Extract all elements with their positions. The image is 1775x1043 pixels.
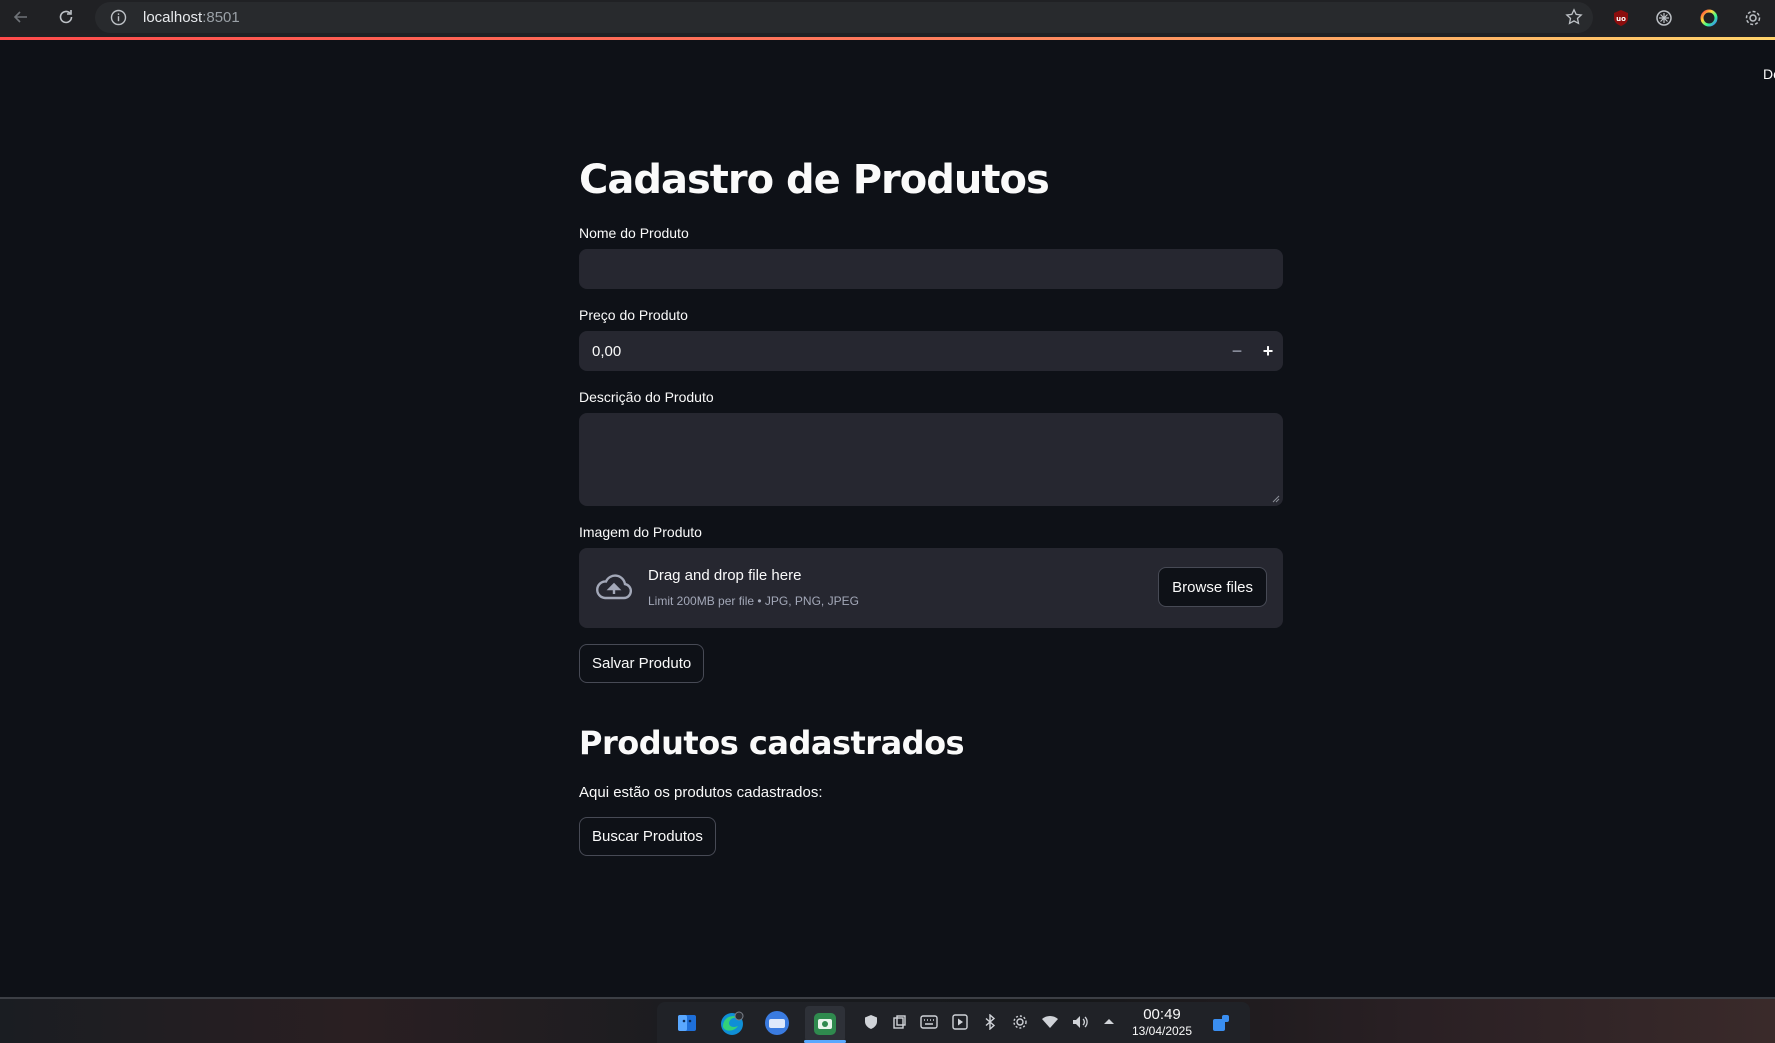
reload-button[interactable] bbox=[54, 5, 78, 29]
section-description: Aqui estão os produtos cadastrados: bbox=[579, 784, 823, 801]
edge-browser-taskbar-icon[interactable] bbox=[717, 1008, 747, 1038]
reload-icon bbox=[59, 10, 73, 24]
file-manager-taskbar-icon[interactable] bbox=[674, 1010, 700, 1036]
product-name-field: Nome do Produto bbox=[579, 225, 1283, 289]
url-port: :8501 bbox=[202, 9, 240, 26]
product-description-field: Descrição do Produto bbox=[579, 389, 1283, 506]
chevron-up-icon[interactable] bbox=[1100, 1013, 1118, 1031]
product-name-label: Nome do Produto bbox=[579, 225, 689, 241]
section-title: Produtos cadastrados bbox=[579, 724, 965, 762]
main-content: Cadastro de Produtos Nome do Produto Pre… bbox=[579, 150, 1283, 856]
dropzone-title: Drag and drop file here bbox=[648, 567, 802, 584]
url-host: localhost bbox=[143, 9, 203, 26]
streamlit-header-decoration bbox=[0, 37, 1775, 40]
product-price-field: Preço do Produto − + bbox=[579, 307, 1283, 371]
disk-app-taskbar-icon[interactable] bbox=[762, 1008, 792, 1038]
camera-app-taskbar-icon[interactable] bbox=[805, 1006, 845, 1042]
notifications-icon[interactable] bbox=[1210, 1012, 1232, 1034]
clock-time: 00:49 bbox=[1143, 1006, 1181, 1023]
save-product-button[interactable]: Salvar Produto bbox=[579, 644, 705, 683]
site-info-icon[interactable] bbox=[110, 9, 127, 31]
wifi-icon[interactable] bbox=[1041, 1013, 1059, 1031]
arrow-left-icon bbox=[13, 11, 27, 23]
file-dropzone[interactable]: Drag and drop file here Limit 200MB per … bbox=[579, 548, 1283, 628]
product-description-textarea[interactable] bbox=[579, 413, 1283, 506]
dropzone-limit: Limit 200MB per file • JPG, PNG, JPEG bbox=[648, 594, 859, 608]
product-price-stepper: − + bbox=[579, 331, 1283, 371]
resize-grip-icon[interactable] bbox=[1272, 495, 1280, 503]
extension-gear-icon[interactable] bbox=[1653, 7, 1675, 29]
product-name-input[interactable] bbox=[579, 249, 1283, 289]
settings-gear-icon[interactable] bbox=[1742, 7, 1764, 29]
increment-button[interactable]: + bbox=[1252, 335, 1284, 367]
ublock-extension-icon[interactable]: uo bbox=[1610, 7, 1632, 29]
cloud-upload-icon bbox=[595, 572, 633, 607]
url-text: localhost:8501 bbox=[143, 9, 240, 26]
page-title: Cadastro de Produtos bbox=[579, 157, 1050, 203]
volume-icon[interactable] bbox=[1071, 1013, 1089, 1031]
product-image-label: Imagem do Produto bbox=[579, 524, 702, 540]
deploy-button-partial[interactable]: De bbox=[1763, 66, 1775, 82]
browse-files-button[interactable]: Browse files bbox=[1158, 567, 1267, 607]
system-clock[interactable]: 00:49 13/04/2025 bbox=[1122, 1006, 1202, 1039]
brightness-icon[interactable] bbox=[1011, 1013, 1029, 1031]
bookmark-star-icon[interactable] bbox=[1565, 8, 1583, 31]
address-bar[interactable]: localhost:8501 bbox=[95, 2, 1593, 33]
color-picker-extension-icon[interactable] bbox=[1698, 7, 1720, 29]
search-products-button[interactable]: Buscar Produtos bbox=[579, 817, 716, 856]
back-button[interactable] bbox=[9, 5, 33, 29]
bluetooth-icon[interactable] bbox=[981, 1013, 999, 1031]
product-image-field: Imagem do Produto Drag and drop file her… bbox=[579, 524, 1283, 628]
product-price-input[interactable] bbox=[579, 331, 1179, 371]
product-description-label: Descrição do Produto bbox=[579, 389, 714, 405]
keyboard-icon[interactable] bbox=[920, 1013, 938, 1031]
browser-toolbar: localhost:8501 uo bbox=[0, 0, 1775, 37]
decrement-button[interactable]: − bbox=[1221, 335, 1253, 367]
clock-date: 13/04/2025 bbox=[1131, 1024, 1193, 1038]
media-play-icon[interactable] bbox=[951, 1013, 969, 1031]
product-price-label: Preço do Produto bbox=[579, 307, 688, 323]
clipboard-icon[interactable] bbox=[890, 1013, 908, 1031]
security-icon[interactable] bbox=[862, 1013, 880, 1031]
svg-text:uo: uo bbox=[1616, 15, 1626, 23]
